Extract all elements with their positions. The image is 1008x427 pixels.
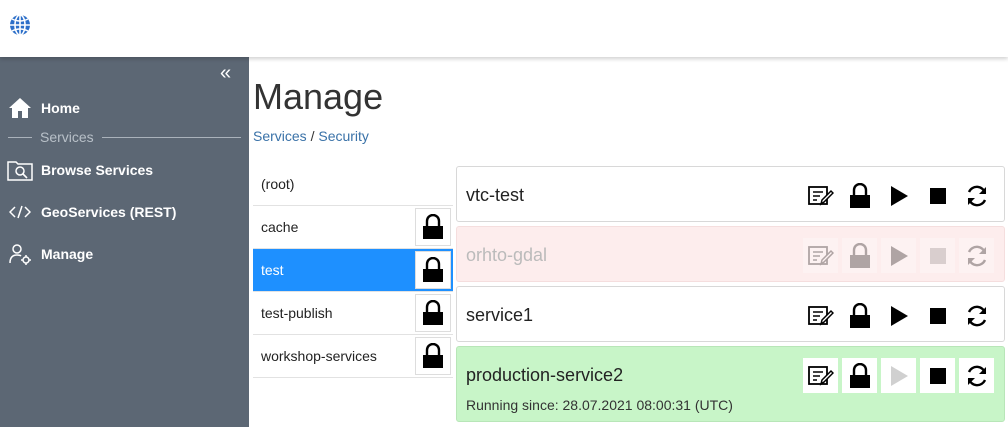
globe-icon[interactable] bbox=[8, 13, 32, 37]
breadcrumb-security-link[interactable]: Security bbox=[318, 128, 369, 144]
lock-icon bbox=[849, 182, 870, 208]
refresh-icon bbox=[967, 305, 986, 326]
edit-icon bbox=[807, 245, 834, 266]
service-list: vtc-test orhto-gdal service1 production-… bbox=[456, 166, 1005, 426]
top-bar bbox=[0, 0, 1008, 57]
stop-icon bbox=[929, 187, 946, 204]
section-label: Services bbox=[40, 129, 94, 145]
security-button[interactable] bbox=[842, 178, 877, 213]
service-card-production-service2: production-service2 Running since: 28.07… bbox=[456, 346, 1005, 422]
play-icon bbox=[890, 305, 908, 326]
sidebar-item-manage[interactable]: Manage bbox=[0, 237, 249, 271]
edit-metadata-button[interactable] bbox=[803, 358, 838, 393]
service-name: service1 bbox=[466, 305, 534, 325]
lock-icon bbox=[849, 302, 870, 328]
stop-button[interactable] bbox=[920, 298, 955, 333]
service-name: production-service2 bbox=[466, 365, 624, 385]
start-button[interactable] bbox=[881, 358, 916, 393]
divider-line bbox=[8, 136, 32, 138]
sidebar-item-browse-services[interactable]: Browse Services bbox=[0, 153, 249, 187]
stop-button[interactable] bbox=[920, 358, 955, 393]
home-icon bbox=[7, 95, 33, 121]
refresh-icon bbox=[967, 365, 986, 386]
folder-item-test[interactable]: test bbox=[253, 249, 453, 292]
stop-icon bbox=[929, 247, 946, 264]
security-button[interactable] bbox=[842, 358, 877, 393]
edit-icon bbox=[807, 185, 834, 206]
sidebar: « Home Services Browse Services GeoServi… bbox=[0, 57, 249, 427]
folder-item-test-publish[interactable]: test-publish bbox=[253, 292, 453, 335]
breadcrumb-services-link[interactable]: Services bbox=[253, 128, 307, 144]
edit-metadata-button[interactable] bbox=[803, 238, 838, 273]
running-since-text: Running since: 28.07.2021 08:00:31 (UTC) bbox=[466, 397, 733, 413]
sidebar-item-label: Browse Services bbox=[41, 162, 154, 178]
page-title: Manage bbox=[253, 76, 384, 117]
sidebar-item-geoservices-rest[interactable]: GeoServices (REST) bbox=[0, 195, 249, 229]
collapse-sidebar-button[interactable]: « bbox=[220, 61, 231, 85]
play-icon bbox=[890, 245, 908, 266]
breadcrumb: Services / Security bbox=[253, 128, 369, 144]
folder-name: cache bbox=[261, 219, 299, 235]
lock-icon[interactable] bbox=[415, 294, 451, 332]
folder-list: (root) cache test test-publish workshop-… bbox=[253, 163, 453, 378]
refresh-button[interactable] bbox=[959, 238, 994, 273]
services-section-divider: Services bbox=[8, 129, 241, 145]
folder-item-root[interactable]: (root) bbox=[253, 163, 453, 206]
folder-name: test bbox=[261, 262, 284, 278]
refresh-icon bbox=[967, 245, 986, 266]
stop-icon bbox=[929, 307, 946, 324]
folder-item-workshop-services[interactable]: workshop-services bbox=[253, 335, 453, 378]
edit-metadata-button[interactable] bbox=[803, 178, 838, 213]
lock-icon[interactable] bbox=[415, 337, 451, 375]
edit-icon bbox=[807, 305, 834, 326]
code-icon bbox=[7, 199, 33, 225]
start-button[interactable] bbox=[881, 178, 916, 213]
play-icon bbox=[890, 365, 908, 386]
refresh-button[interactable] bbox=[959, 358, 994, 393]
users-gear-icon bbox=[7, 241, 33, 267]
edit-metadata-button[interactable] bbox=[803, 298, 838, 333]
sidebar-item-label: GeoServices (REST) bbox=[41, 204, 177, 220]
lock-icon bbox=[849, 242, 870, 268]
lock-icon bbox=[849, 362, 870, 388]
service-actions bbox=[803, 358, 994, 393]
service-actions bbox=[803, 178, 994, 213]
security-button[interactable] bbox=[842, 298, 877, 333]
breadcrumb-separator: / bbox=[306, 128, 319, 144]
refresh-icon bbox=[967, 185, 986, 206]
stop-icon bbox=[929, 367, 946, 384]
folder-name: test-publish bbox=[261, 305, 333, 321]
start-button[interactable] bbox=[881, 238, 916, 273]
folder-item-cache[interactable]: cache bbox=[253, 206, 453, 249]
folder-name: (root) bbox=[261, 176, 295, 192]
service-actions bbox=[803, 238, 994, 273]
play-icon bbox=[890, 185, 908, 206]
stop-button[interactable] bbox=[920, 238, 955, 273]
service-card-vtc-test: vtc-test bbox=[456, 166, 1005, 222]
stop-button[interactable] bbox=[920, 178, 955, 213]
service-name: vtc-test bbox=[466, 185, 525, 205]
edit-icon bbox=[807, 365, 834, 386]
lock-icon[interactable] bbox=[415, 208, 451, 246]
sidebar-item-label: Manage bbox=[41, 246, 94, 262]
start-button[interactable] bbox=[881, 298, 916, 333]
refresh-button[interactable] bbox=[959, 178, 994, 213]
lock-icon[interactable] bbox=[415, 251, 451, 289]
refresh-button[interactable] bbox=[959, 298, 994, 333]
browse-icon bbox=[7, 157, 33, 183]
sidebar-item-home[interactable]: Home bbox=[0, 91, 249, 125]
folder-name: workshop-services bbox=[261, 348, 377, 364]
service-actions bbox=[803, 298, 994, 333]
service-name: orhto-gdal bbox=[466, 245, 548, 265]
sidebar-item-label: Home bbox=[41, 100, 80, 116]
security-button[interactable] bbox=[842, 238, 877, 273]
service-card-orhto-gdal: orhto-gdal bbox=[456, 226, 1005, 282]
service-card-service1: service1 bbox=[456, 286, 1005, 342]
divider-line bbox=[101, 136, 241, 138]
